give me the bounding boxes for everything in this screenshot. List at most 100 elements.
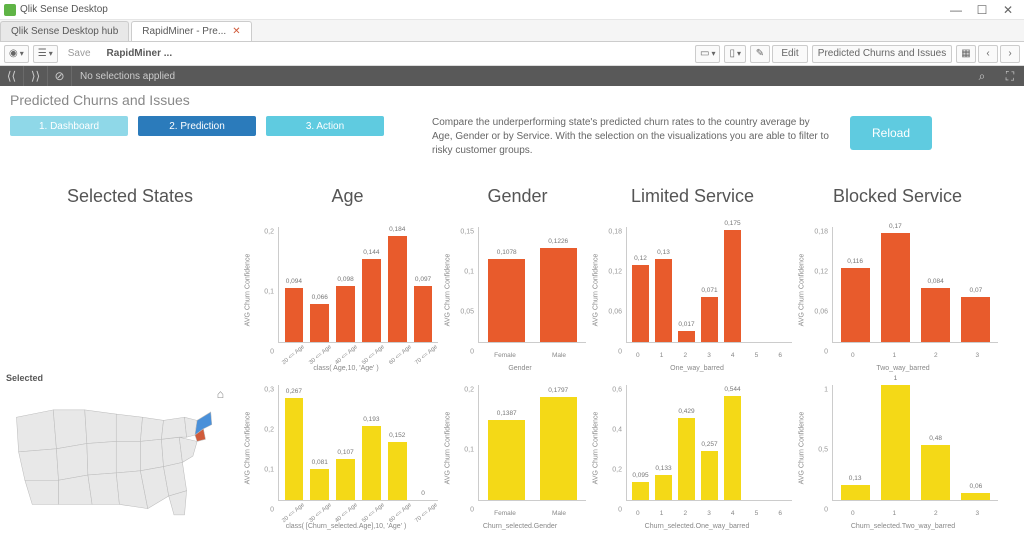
chart-blocked_orange[interactable]: AVG Churn Confidence00,060,120,180,1160,… <box>804 223 1002 373</box>
x-axis-label: Churn_selected.Two_way_barred <box>851 523 955 530</box>
bar[interactable]: 0,17 <box>875 227 915 342</box>
tab-close-icon[interactable]: ✕ <box>232 26 240 37</box>
bar-value-label: 0,175 <box>724 220 740 227</box>
nav-prediction-button[interactable]: 2. Prediction <box>138 116 256 136</box>
bar[interactable]: 0,107 <box>333 385 359 500</box>
bar-value-label: 0,071 <box>701 287 717 294</box>
bar[interactable]: 0,084 <box>916 227 956 342</box>
bar[interactable]: 0,071 <box>698 227 721 342</box>
bar[interactable] <box>767 227 790 342</box>
edit-button[interactable]: Edit <box>772 45 808 63</box>
no-selections-text: No selections applied <box>72 71 968 82</box>
bar[interactable]: 0,081 <box>307 385 333 500</box>
bar[interactable]: 0,13 <box>652 227 675 342</box>
sheet-grid-icon[interactable]: ▦ <box>956 45 976 63</box>
bar[interactable] <box>767 385 790 500</box>
breadcrumb[interactable]: RapidMiner ... <box>101 48 179 59</box>
document-tabs: Qlik Sense Desktop hub RapidMiner - Pre.… <box>0 20 1024 42</box>
bar[interactable]: 0,1226 <box>533 227 585 342</box>
step-forward-button[interactable]: ⟩⟩ <box>24 66 48 86</box>
edit-pencil-icon[interactable]: ✎ <box>750 45 770 63</box>
y-tick: 0,1 <box>464 447 474 454</box>
x-axis-label: Churn_selected.One_way_barred <box>645 523 750 530</box>
global-menu-button[interactable]: ◉ <box>4 45 29 63</box>
search-icon[interactable]: ⌕ <box>968 69 996 84</box>
y-tick: 0,18 <box>608 229 622 236</box>
bar[interactable]: 0,257 <box>698 385 721 500</box>
bar[interactable]: 0,094 <box>281 227 307 342</box>
nav-dashboard-button[interactable]: 1. Dashboard <box>10 116 128 136</box>
sheet-name-button[interactable]: Predicted Churns and Issues <box>812 45 952 63</box>
bar[interactable]: 0,116 <box>835 227 875 342</box>
bar[interactable]: 0,12 <box>629 227 652 342</box>
bar[interactable]: 0,017 <box>675 227 698 342</box>
clear-selections-button[interactable]: ⊘ <box>48 66 72 86</box>
chart-age_orange[interactable]: AVG Churn Confidence00,10,20,0940,0660,0… <box>250 223 442 373</box>
chart-gender_yellow[interactable]: AVG Churn Confidence00,10,20,13870,1797F… <box>450 381 590 531</box>
bar[interactable]: 0,267 <box>281 385 307 500</box>
x-tick: 0 <box>626 510 650 517</box>
x-tick: 3 <box>957 510 999 517</box>
bar[interactable]: 0,1387 <box>481 385 533 500</box>
chart-age_yellow[interactable]: AVG Churn Confidence00,10,20,30,2670,081… <box>250 381 442 531</box>
chart-blocked_yellow[interactable]: AVG Churn Confidence00,510,1310,480,0601… <box>804 381 1002 531</box>
bar-value-label: 0,184 <box>389 226 405 233</box>
device-preview-button[interactable]: ▭ <box>695 45 720 63</box>
bar[interactable]: 1 <box>875 385 915 500</box>
header-gender: Gender <box>445 186 590 207</box>
chart-gender_orange[interactable]: AVG Churn Confidence00,050,10,150,10780,… <box>450 223 590 373</box>
bar[interactable]: 0,1797 <box>533 385 585 500</box>
tab-rapidminer[interactable]: RapidMiner - Pre...✕ <box>131 21 251 41</box>
nav-action-button[interactable]: 3. Action <box>266 116 384 136</box>
save-button[interactable]: Save <box>62 48 97 59</box>
x-tick: 50 <= Age < 60 <box>361 502 385 524</box>
bar[interactable]: 0,133 <box>652 385 675 500</box>
home-icon[interactable]: ⌂ <box>217 387 224 401</box>
bar[interactable]: 0,1078 <box>481 227 533 342</box>
bar[interactable]: 0,07 <box>956 227 996 342</box>
list-menu-button[interactable]: ☰ <box>33 45 58 63</box>
x-axis-label: One_way_barred <box>670 365 724 372</box>
bar[interactable]: 0,066 <box>307 227 333 342</box>
bar[interactable] <box>744 385 767 500</box>
selections-tool-icon[interactable]: ⛶ <box>996 69 1024 84</box>
bar[interactable]: 0,097 <box>410 227 436 342</box>
bar[interactable]: 0,184 <box>384 227 410 342</box>
bar[interactable]: 0,095 <box>629 385 652 500</box>
y-tick: 0,4 <box>612 427 622 434</box>
bar[interactable] <box>744 227 767 342</box>
reload-button[interactable]: Reload <box>850 116 932 150</box>
bar[interactable]: 0,48 <box>916 385 956 500</box>
x-tick: 40 <= Age < 50 <box>334 344 358 366</box>
bar-value-label: 0,544 <box>724 386 740 393</box>
minimize-button[interactable]: — <box>950 4 962 16</box>
bar[interactable]: 0 <box>410 385 436 500</box>
step-back-button[interactable]: ⟨⟨ <box>0 66 24 86</box>
chart-limited_yellow[interactable]: AVG Churn Confidence00,20,40,60,0950,133… <box>598 381 796 531</box>
bar[interactable]: 0,175 <box>721 227 744 342</box>
bar-value-label: 1 <box>894 375 898 382</box>
y-axis-label: AVG Churn Confidence <box>245 412 252 485</box>
page-title: Predicted Churns and Issues <box>0 86 1024 112</box>
next-sheet-button[interactable]: › <box>1000 45 1020 63</box>
chart-limited_orange[interactable]: AVG Churn Confidence00,060,120,180,120,1… <box>598 223 796 373</box>
bar-value-label: 0,07 <box>970 287 983 294</box>
us-map[interactable]: ⌂ <box>6 389 216 519</box>
maximize-button[interactable]: ☐ <box>976 4 988 16</box>
prev-sheet-button[interactable]: ‹ <box>978 45 998 63</box>
bar[interactable]: 0,144 <box>358 227 384 342</box>
y-tick: 0 <box>270 348 274 355</box>
selected-label: Selected <box>6 373 244 383</box>
bar[interactable]: 0,152 <box>384 385 410 500</box>
x-tick: 0 <box>832 352 874 359</box>
tab-hub[interactable]: Qlik Sense Desktop hub <box>0 21 129 41</box>
bar[interactable]: 0,544 <box>721 385 744 500</box>
close-button[interactable]: ✕ <box>1002 4 1014 16</box>
mobile-preview-button[interactable]: ▯ <box>724 45 746 63</box>
x-axis-label: class( [Churn_selected.Age],10, 'Age' ) <box>286 523 407 530</box>
bar[interactable]: 0,06 <box>956 385 996 500</box>
bar[interactable]: 0,429 <box>675 385 698 500</box>
bar[interactable]: 0,13 <box>835 385 875 500</box>
bar[interactable]: 0,193 <box>358 385 384 500</box>
bar[interactable]: 0,098 <box>333 227 359 342</box>
